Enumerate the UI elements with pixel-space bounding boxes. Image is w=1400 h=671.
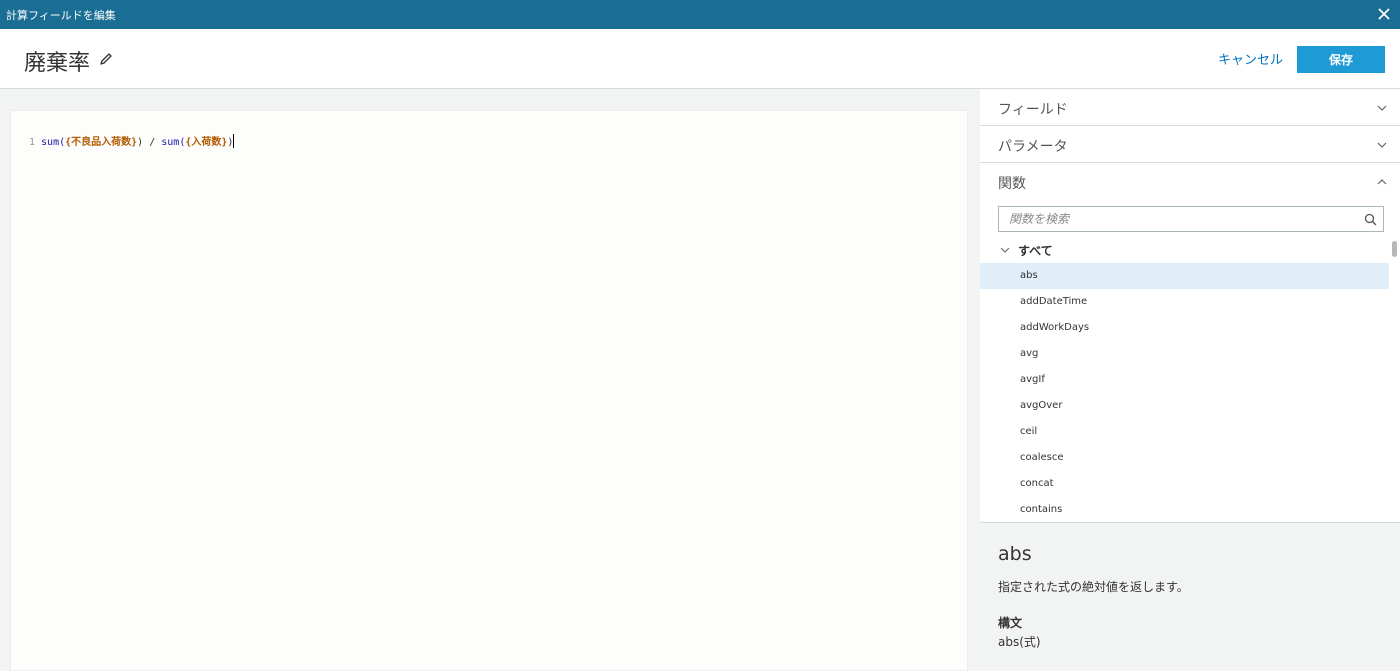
code-token-field: {不良品入荷数} <box>65 137 138 148</box>
section-functions[interactable]: 関数 <box>980 163 1400 200</box>
scrollbar-thumb[interactable] <box>1392 241 1397 257</box>
function-item-contains[interactable]: contains <box>980 497 1389 523</box>
function-group-label: すべて <box>1018 244 1053 258</box>
save-button[interactable]: 保存 <box>1297 46 1385 73</box>
section-functions-label: 関数 <box>998 176 1026 192</box>
function-item-avgover[interactable]: avgOver <box>980 393 1389 419</box>
function-detail-syntax-label: 構文 <box>998 616 1023 630</box>
close-icon[interactable] <box>1374 4 1394 24</box>
calculated-field-name: 廃棄率 <box>24 51 91 76</box>
chevron-down-icon <box>1000 247 1010 253</box>
code-line[interactable]: 1 sum({不良品入荷数}) / sum({入荷数}) <box>29 133 235 148</box>
function-detail-description: 指定された式の絶対値を返します。 <box>998 580 1189 594</box>
function-detail: abs 指定された式の絶対値を返します。 構文 abs(式) <box>980 522 1400 671</box>
function-item-addworkdays[interactable]: addWorkDays <box>980 315 1389 341</box>
chevron-down-icon <box>1377 142 1387 148</box>
code-token-function: sum( <box>41 137 66 148</box>
text-cursor <box>233 134 235 148</box>
function-item-avgif[interactable]: avgIf <box>980 367 1389 393</box>
code-token-function: sum( <box>161 137 186 148</box>
function-detail-syntax: abs(式) <box>998 635 1041 649</box>
function-search-input[interactable] <box>999 207 1339 231</box>
chevron-down-icon <box>1377 105 1387 111</box>
search-icon[interactable] <box>1364 213 1377 226</box>
right-panel: フィールド パラメータ 関数 すべて abs addDateTime <box>980 89 1400 671</box>
function-detail-name: abs <box>998 543 1032 565</box>
function-item-avg[interactable]: avg <box>980 341 1389 367</box>
pencil-icon[interactable] <box>98 51 114 67</box>
function-item-abs[interactable]: abs <box>980 263 1389 289</box>
function-item-coalesce[interactable]: coalesce <box>980 445 1389 471</box>
function-item-concat[interactable]: concat <box>980 471 1389 497</box>
function-search <box>998 206 1384 232</box>
section-parameters[interactable]: パラメータ <box>980 126 1400 163</box>
code-token-operator: ) / <box>137 137 162 148</box>
window-title: 計算フィールドを編集 <box>6 9 116 22</box>
editor-header: 廃棄率 キャンセル 保存 <box>0 29 1400 89</box>
function-item-adddatetime[interactable]: addDateTime <box>980 289 1389 315</box>
function-group-all[interactable]: すべて <box>980 237 1390 263</box>
section-fields-label: フィールド <box>998 102 1068 118</box>
code-token-field: {入荷数} <box>185 137 228 148</box>
function-item-ceil[interactable]: ceil <box>980 419 1389 445</box>
chevron-up-icon <box>1377 179 1387 185</box>
window-titlebar: 計算フィールドを編集 <box>0 0 1400 29</box>
section-parameters-label: パラメータ <box>998 139 1068 155</box>
section-fields[interactable]: フィールド <box>980 89 1400 126</box>
line-number: 1 <box>29 137 36 148</box>
formula-editor[interactable]: 1 sum({不良品入荷数}) / sum({入荷数}) <box>10 110 968 671</box>
cancel-button[interactable]: キャンセル <box>1218 49 1283 68</box>
